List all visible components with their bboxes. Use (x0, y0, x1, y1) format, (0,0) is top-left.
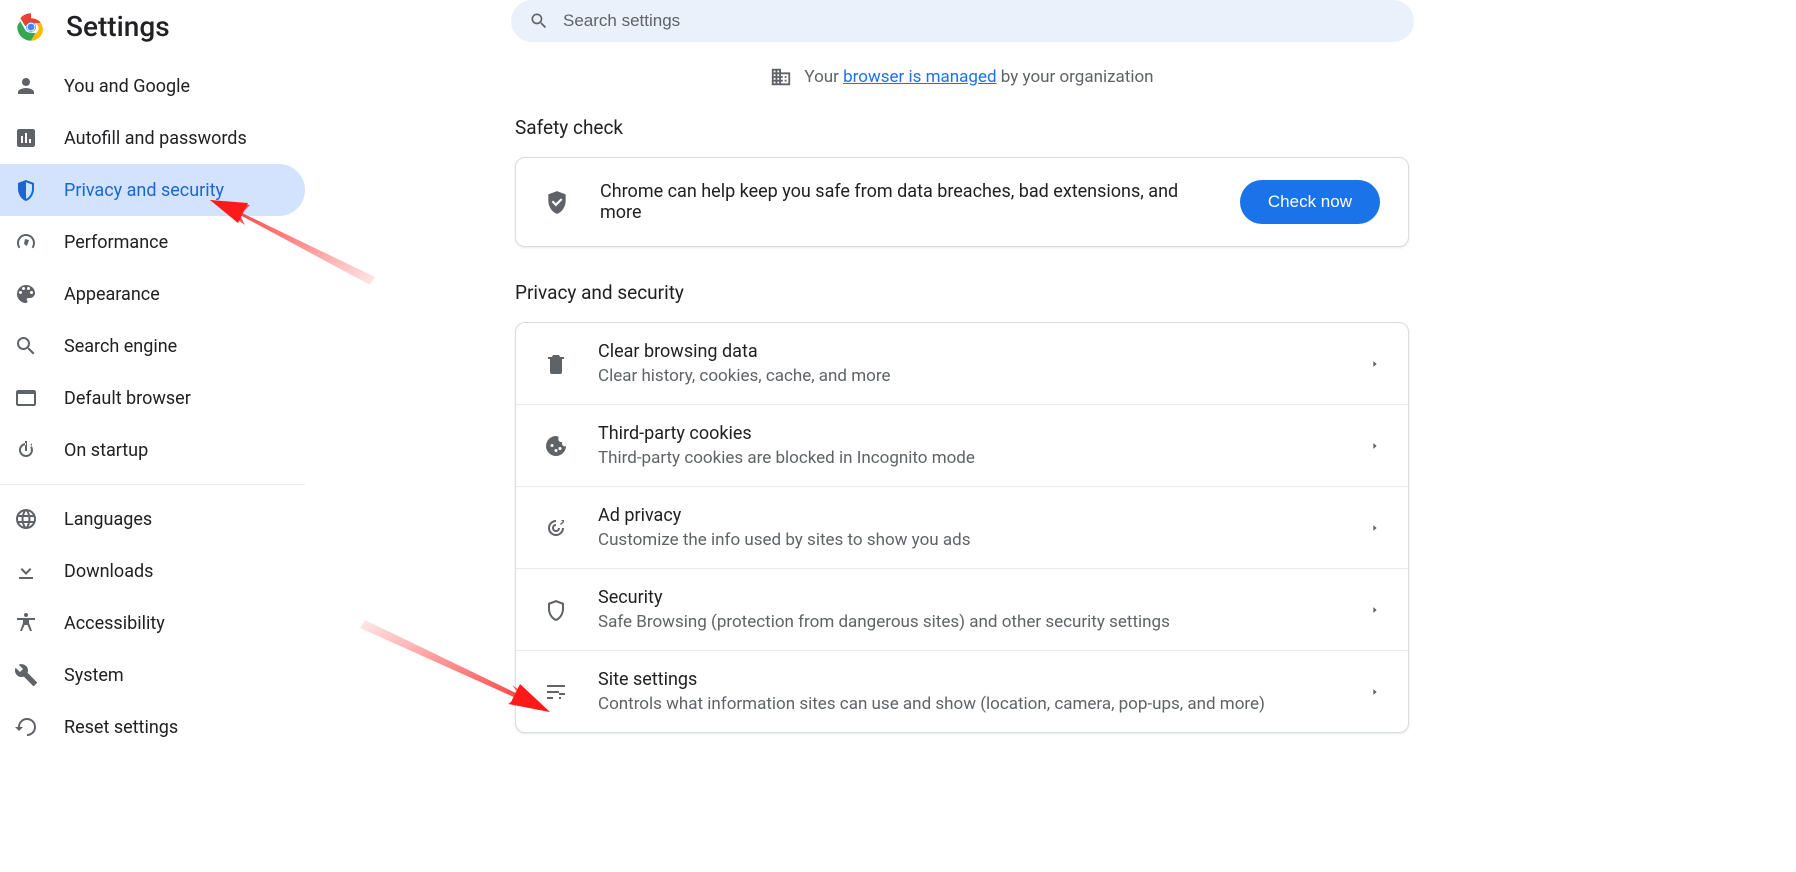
tune-icon (544, 680, 568, 704)
sidebar-item-autofill[interactable]: Autofill and passwords (0, 112, 305, 164)
building-icon (770, 66, 792, 88)
row-title: Ad privacy (598, 505, 1340, 526)
chevron-right-icon (1370, 687, 1380, 697)
page-title: Settings (66, 10, 170, 43)
safety-card: Chrome can help keep you safe from data … (515, 157, 1409, 247)
sidebar-item-label: Performance (64, 232, 168, 253)
sidebar-item-label: Reset settings (64, 717, 178, 738)
sidebar-item-label: Appearance (64, 284, 160, 305)
privacy-section-title: Privacy and security (515, 281, 1409, 304)
row-security[interactable]: Security Safe Browsing (protection from … (516, 568, 1408, 650)
check-now-button[interactable]: Check now (1240, 180, 1380, 224)
chevron-right-icon (1370, 605, 1380, 615)
sidebar-item-label: Default browser (64, 388, 191, 409)
sidebar-item-system[interactable]: System (0, 649, 305, 701)
shield-outline-icon (544, 598, 568, 622)
sidebar: You and Google Autofill and passwords Pr… (0, 60, 305, 753)
sidebar-item-you-google[interactable]: You and Google (0, 60, 305, 112)
chevron-right-icon (1370, 441, 1380, 451)
row-subtitle: Clear history, cookies, cache, and more (598, 366, 1340, 386)
managed-banner: Your browser is managed by your organiza… (515, 66, 1409, 88)
sidebar-item-label: Autofill and passwords (64, 128, 247, 149)
row-site-settings[interactable]: Site settings Controls what information … (516, 650, 1408, 732)
sidebar-item-on-startup[interactable]: On startup (0, 424, 305, 476)
accessibility-icon (14, 611, 38, 635)
target-icon (544, 516, 568, 540)
privacy-card: Clear browsing data Clear history, cooki… (515, 322, 1409, 733)
sidebar-item-reset[interactable]: Reset settings (0, 701, 305, 753)
row-title: Third-party cookies (598, 423, 1340, 444)
search-bar[interactable] (511, 0, 1414, 42)
shield-icon (14, 178, 38, 202)
chevron-right-icon (1370, 359, 1380, 369)
search-icon (529, 11, 549, 31)
safety-row: Chrome can help keep you safe from data … (516, 158, 1408, 246)
autofill-icon (14, 126, 38, 150)
row-title: Site settings (598, 669, 1340, 690)
sidebar-item-downloads[interactable]: Downloads (0, 545, 305, 597)
sidebar-item-label: System (64, 665, 124, 686)
row-title: Security (598, 587, 1340, 608)
sidebar-item-accessibility[interactable]: Accessibility (0, 597, 305, 649)
safety-text: Chrome can help keep you safe from data … (600, 181, 1210, 223)
globe-icon (14, 507, 38, 531)
palette-icon (14, 282, 38, 306)
sidebar-item-label: You and Google (64, 76, 190, 97)
sidebar-divider (0, 484, 305, 485)
shield-check-icon (544, 189, 570, 215)
search-icon (14, 334, 38, 358)
sidebar-item-label: Accessibility (64, 613, 165, 634)
sidebar-item-languages[interactable]: Languages (0, 493, 305, 545)
sidebar-item-default-browser[interactable]: Default browser (0, 372, 305, 424)
browser-icon (14, 386, 38, 410)
managed-link[interactable]: browser is managed (843, 67, 996, 87)
main-content: Your browser is managed by your organiza… (515, 66, 1409, 767)
search-input[interactable] (563, 11, 1396, 31)
speedometer-icon (14, 230, 38, 254)
row-ad-privacy[interactable]: Ad privacy Customize the info used by si… (516, 486, 1408, 568)
power-icon (14, 438, 38, 462)
wrench-icon (14, 663, 38, 687)
reset-icon (14, 715, 38, 739)
sidebar-item-label: On startup (64, 440, 148, 461)
sidebar-item-appearance[interactable]: Appearance (0, 268, 305, 320)
trash-icon (544, 352, 568, 376)
sidebar-item-label: Privacy and security (64, 180, 224, 201)
row-subtitle: Controls what information sites can use … (598, 694, 1340, 714)
row-subtitle: Safe Browsing (protection from dangerous… (598, 612, 1340, 632)
download-icon (14, 559, 38, 583)
row-subtitle: Third-party cookies are blocked in Incog… (598, 448, 1340, 468)
row-subtitle: Customize the info used by sites to show… (598, 530, 1340, 550)
row-third-party-cookies[interactable]: Third-party cookies Third-party cookies … (516, 404, 1408, 486)
sidebar-item-label: Languages (64, 509, 152, 530)
sidebar-item-label: Search engine (64, 336, 177, 357)
chrome-logo-icon (16, 12, 46, 42)
person-icon (14, 74, 38, 98)
chevron-right-icon (1370, 523, 1380, 533)
sidebar-item-label: Downloads (64, 561, 153, 582)
safety-section-title: Safety check (515, 116, 1409, 139)
row-clear-browsing-data[interactable]: Clear browsing data Clear history, cooki… (516, 323, 1408, 404)
sidebar-item-performance[interactable]: Performance (0, 216, 305, 268)
sidebar-item-search-engine[interactable]: Search engine (0, 320, 305, 372)
row-title: Clear browsing data (598, 341, 1340, 362)
cookie-icon (544, 434, 568, 458)
managed-text: Your browser is managed by your organiza… (804, 67, 1153, 87)
sidebar-item-privacy[interactable]: Privacy and security (0, 164, 305, 216)
